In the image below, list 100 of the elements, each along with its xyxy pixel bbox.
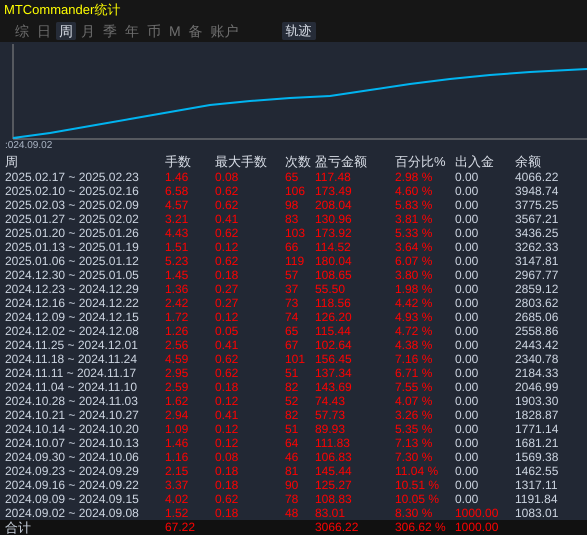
table-cell-text: 3775.25 [515,198,560,212]
table-cell-text: 0.00 [455,184,480,198]
table-cell-text: 6.58 [165,184,190,198]
table-cell-text: 173.92 [315,226,353,240]
table-cell-text: 51 [285,422,300,436]
column-header: 盈亏金额 [315,154,368,170]
table-cell-text: 3066.22 [315,520,360,535]
period-tab[interactable]: 备 [186,22,206,40]
period-tab[interactable]: 综 [12,22,32,40]
table-cell-text: 0.00 [455,226,480,240]
table-cell-text: 125.27 [315,478,353,492]
table-cell-text: 5.33 % [395,226,434,240]
period-tab[interactable]: 季 [100,22,120,40]
column-header: 百分比% [395,154,447,170]
table-cell-text: 108.65 [315,268,353,282]
period-tab[interactable]: 币 [144,22,164,40]
table-cell-text: 3.80 % [395,268,434,282]
table-cell-text: 108.83 [315,492,353,506]
table-cell-text: 3262.33 [515,240,560,254]
table-cell-text: 137.34 [315,366,353,380]
table-cell-text: 46 [285,450,300,464]
column-header: 最大手数 [215,154,268,170]
table-cell-text: 55.50 [315,282,346,296]
table-cell-text: 1903.30 [515,394,560,408]
table-cell-text: 0.62 [215,254,240,268]
table-cell-text: 0.62 [215,184,240,198]
table-cell-text: 117.48 [315,170,352,184]
table-cell-text: 2025.01.06 ~ 2025.01.12 [5,254,140,268]
table-cell-text: 2024.11.18 ~ 2024.11.24 [5,352,138,366]
table-cell-text: 82 [285,380,300,394]
table-cell-text: 3.64 % [395,240,434,254]
table-cell-text: 57 [285,268,300,282]
table-cell-text: 2184.33 [515,366,560,380]
trajectory-tab[interactable]: 轨迹 [282,22,316,40]
table-cell-text: 1.51 [165,240,190,254]
table-cell-text: 0.00 [455,492,480,506]
table-cell-text: 130.96 [315,212,353,226]
period-tab[interactable]: 年 [122,22,142,40]
period-tab[interactable]: M [166,22,184,40]
table-cell-text: 2685.06 [515,310,560,324]
table-cell-text: 2024.09.09 ~ 2024.09.15 [5,492,140,506]
table-cell-text: 0.18 [215,506,240,520]
table-cell-text: 5.83 % [395,198,434,212]
table-cell-text: 0.00 [455,198,480,212]
table-cell-text: 0.00 [455,464,480,478]
table-cell-text: 0.12 [215,240,240,254]
table-cell-text: 145.44 [315,464,353,478]
table-cell-text: 7.55 % [395,380,434,394]
axis-label: :024.09.02 [5,140,52,152]
table-cell-text: 2046.99 [515,380,560,394]
table-cell-text: 10.51 % [395,478,440,492]
table-cell-text: 74 [285,310,300,324]
table-cell-text: 11.04 % [395,464,440,478]
table-cell-text: 1.26 [165,324,190,338]
table-cell-text: 0.00 [455,366,480,380]
table-cell-text: 126.20 [315,310,353,324]
table-cell-text: 2025.01.27 ~ 2025.02.02 [5,212,140,226]
table-cell-text: 2024.12.16 ~ 2024.12.22 [5,296,140,310]
table-cell-text: 2024.12.02 ~ 2024.12.08 [5,324,140,338]
table-cell-text: 7.16 % [395,352,434,366]
table-cell-text: 2.42 [165,296,190,310]
table-cell-text: 0.00 [455,408,480,422]
column-header: 余额 [515,154,542,170]
table-cell-text: 156.45 [315,352,353,366]
table-cell-text: 2024.10.14 ~ 2024.10.20 [5,422,140,436]
table-cell-text: 64 [285,436,300,450]
table-cell-text: 1.72 [165,310,190,324]
period-tab[interactable]: 周 [56,22,76,40]
table-cell-text: 0.00 [455,324,480,338]
table-cell-text: 0.41 [215,408,240,422]
table-cell-text: 2025.01.20 ~ 2025.01.26 [5,226,140,240]
table-cell-text: 78 [285,492,300,506]
period-tab[interactable]: 日 [34,22,54,40]
total-label: 合计 [5,520,32,535]
table-cell-text: 2024.11.11 ~ 2024.11.17 [5,366,138,380]
table-cell-text: 2558.86 [515,324,560,338]
table-cell-text: 0.00 [455,212,480,226]
table-cell-text: 89.93 [315,422,346,436]
table-cell-text: 2024.11.25 ~ 2024.12.01 [5,338,139,352]
table-cell-text: 143.69 [315,380,353,394]
table-cell-text: 2025.02.03 ~ 2025.02.09 [5,198,140,212]
table-cell-text: 0.00 [455,380,480,394]
table-cell-text: 5.23 [165,254,190,268]
table-cell-text: 1.36 [165,282,190,296]
table-cell-text: 3.21 [165,212,190,226]
table-cell-text: 0.08 [215,450,240,464]
table-cell-text: 1000.00 [455,506,500,520]
table-cell-text: 2.15 [165,464,190,478]
table-cell-text: 3147.81 [515,254,560,268]
table-cell-text: 106 [285,184,306,198]
table-cell-text: 208.04 [315,198,353,212]
period-tab[interactable]: 月 [78,22,98,40]
table-cell-text: 6.71 % [395,366,434,380]
table-cell-text: 2024.12.30 ~ 2025.01.05 [5,268,140,282]
table-cell-text: 2024.09.02 ~ 2024.09.08 [5,506,140,520]
table-cell-text: 4066.22 [515,170,560,184]
table-cell-text: 5.35 % [395,422,434,436]
period-tab[interactable]: 账户 [208,22,242,40]
table-cell-text: 4.57 [165,198,190,212]
table-cell-text: 65 [285,170,300,184]
